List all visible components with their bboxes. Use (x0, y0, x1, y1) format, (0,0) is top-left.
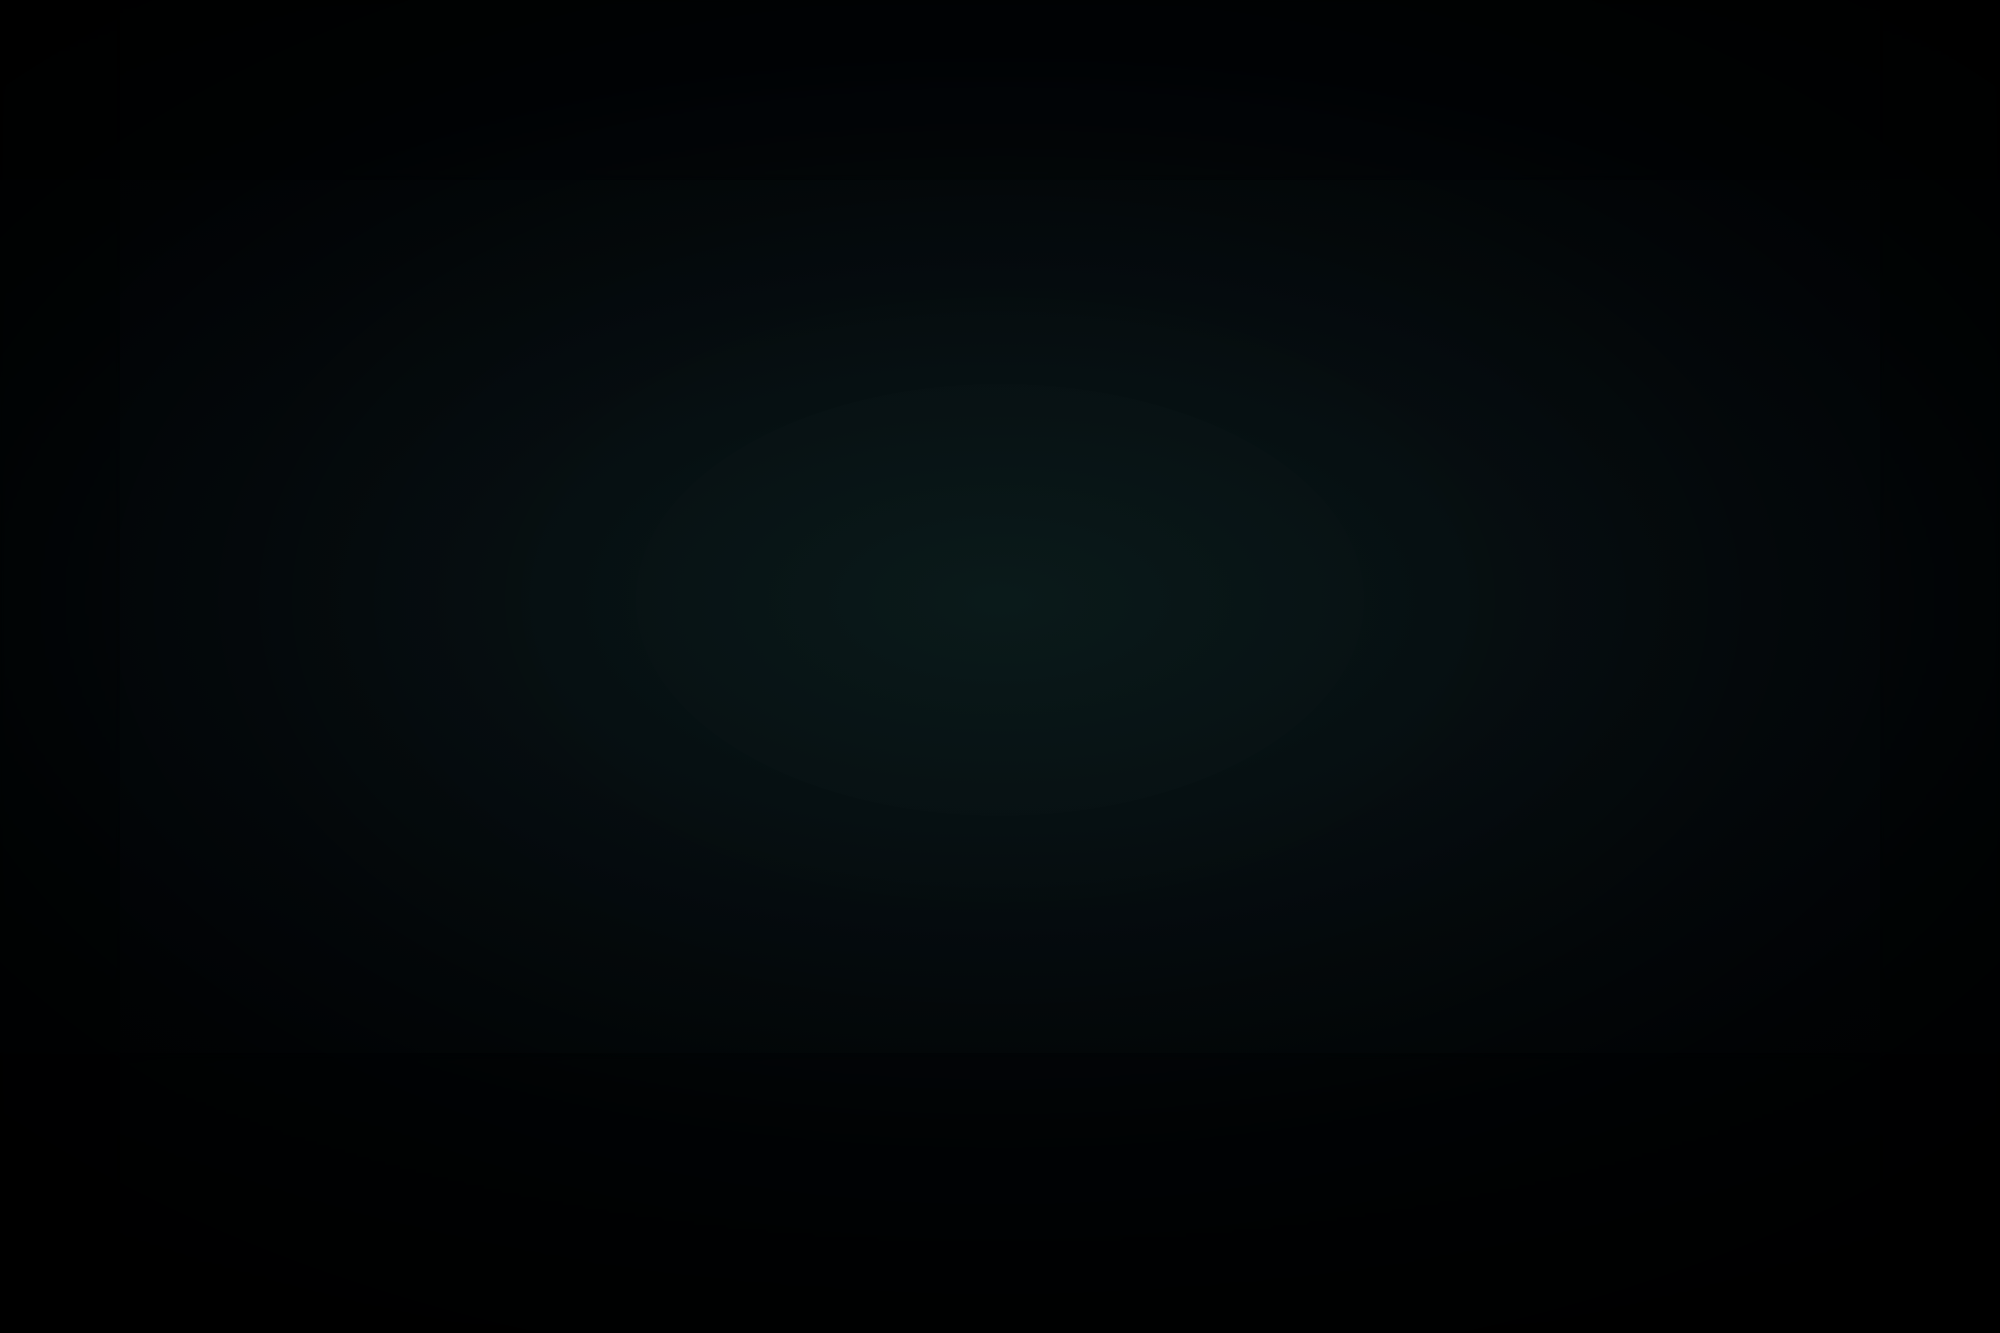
code-screenshot (0, 0, 2000, 1333)
